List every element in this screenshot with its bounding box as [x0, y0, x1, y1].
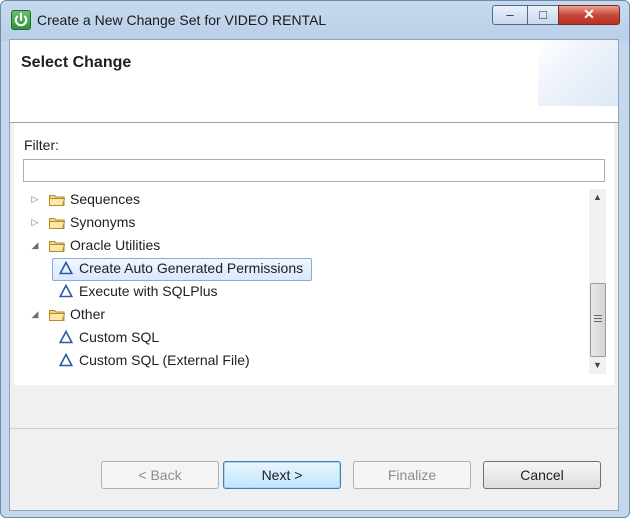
- back-button[interactable]: < Back: [101, 461, 219, 489]
- tree-item-label: Execute with SQLPlus: [79, 283, 218, 299]
- tree-item-sequences[interactable]: ▷ Sequences: [23, 189, 583, 212]
- finalize-button[interactable]: Finalize: [353, 461, 471, 489]
- scroll-up-arrow-icon[interactable]: ▲: [589, 189, 606, 206]
- minimize-icon: –: [506, 7, 514, 22]
- tree-item-custom-sql[interactable]: Custom SQL: [23, 327, 583, 350]
- maximize-icon: □: [539, 7, 547, 22]
- scroll-down-arrow-icon[interactable]: ▼: [589, 357, 606, 374]
- tree-item-label: Create Auto Generated Permissions: [79, 260, 304, 276]
- folder-icon: [49, 195, 65, 206]
- tree-item-label: Other: [70, 306, 106, 322]
- tree-item-create-auto-generated-permissions[interactable]: Create Auto Generated Permissions: [23, 258, 583, 281]
- tree-item-other[interactable]: ◢ Other: [23, 304, 583, 327]
- wizard-content: Filter: ▷ Sequences ▷ Synonyms ◢ Oracle …: [14, 123, 614, 385]
- tree-vertical-scrollbar[interactable]: ▲ ▼: [589, 189, 606, 374]
- expand-arrow-icon[interactable]: ▷: [30, 217, 40, 227]
- delta-change-icon: [59, 330, 73, 344]
- tree-item-execute-with-sqlplus[interactable]: Execute with SQLPlus: [23, 281, 583, 304]
- app-power-icon: [11, 10, 31, 30]
- footer-divider: [10, 428, 618, 429]
- folder-open-icon: [49, 310, 65, 321]
- folder-open-icon: [49, 241, 65, 252]
- next-button[interactable]: Next >: [223, 461, 341, 489]
- dialog-client-area: Select Change Filter: ▷ Sequences ▷ Syno…: [9, 39, 619, 511]
- window-title: Create a New Change Set for VIDEO RENTAL: [37, 12, 327, 28]
- tree-item-oracle-utilities[interactable]: ◢ Oracle Utilities: [23, 235, 583, 258]
- minimize-button[interactable]: –: [492, 5, 528, 25]
- folder-icon: [49, 218, 65, 229]
- dialog-window: Create a New Change Set for VIDEO RENTAL…: [0, 0, 630, 518]
- banner-graphic: [538, 40, 618, 106]
- close-button[interactable]: ✕: [558, 5, 620, 25]
- title-bar[interactable]: Create a New Change Set for VIDEO RENTAL…: [1, 1, 629, 39]
- collapse-arrow-icon[interactable]: ◢: [30, 240, 40, 250]
- delta-change-icon: [59, 353, 73, 367]
- tree-item-label: Custom SQL: [79, 329, 160, 345]
- filter-label: Filter:: [24, 137, 59, 153]
- maximize-button[interactable]: □: [527, 5, 559, 25]
- wizard-banner: Select Change: [10, 40, 618, 122]
- expand-arrow-icon[interactable]: ▷: [30, 194, 40, 204]
- page-title: Select Change: [21, 54, 132, 71]
- grip-icon: [594, 315, 602, 323]
- delta-change-icon: [59, 261, 73, 275]
- close-icon: ✕: [583, 6, 595, 22]
- tree-item-synonyms[interactable]: ▷ Synonyms: [23, 212, 583, 235]
- filter-input[interactable]: [23, 159, 605, 182]
- tree-item-label: Custom SQL (External File): [79, 352, 250, 368]
- tree-item-label: Sequences: [70, 191, 141, 207]
- scrollbar-thumb[interactable]: [590, 283, 606, 357]
- collapse-arrow-icon[interactable]: ◢: [30, 309, 40, 319]
- tree-item-custom-sql-external-file[interactable]: Custom SQL (External File): [23, 350, 583, 373]
- change-type-tree[interactable]: ▷ Sequences ▷ Synonyms ◢ Oracle Utilitie…: [23, 189, 589, 374]
- tree-item-label: Synonyms: [70, 214, 136, 230]
- tree-item-label: Oracle Utilities: [70, 237, 161, 253]
- delta-change-icon: [59, 284, 73, 298]
- cancel-button[interactable]: Cancel: [483, 461, 601, 489]
